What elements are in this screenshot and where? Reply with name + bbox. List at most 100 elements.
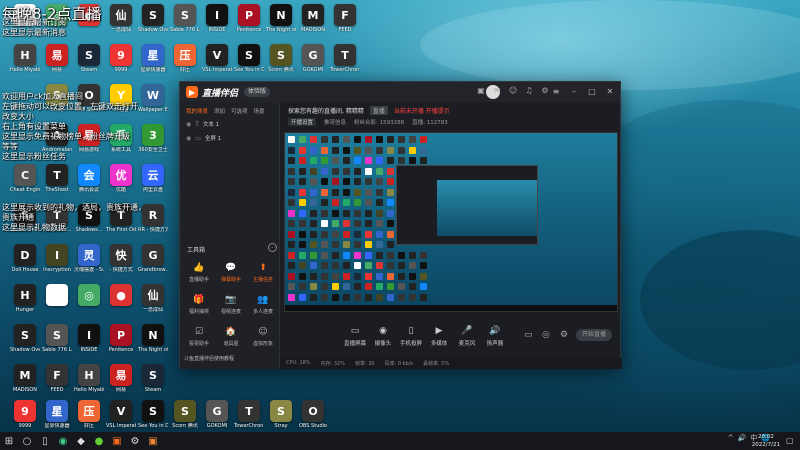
desktop-icon[interactable]: TTowerChron... [330, 44, 360, 73]
desktop-icon[interactable]: M MADISON [10, 364, 40, 393]
desktop-icon[interactable]: 9 9999 [10, 400, 40, 429]
desktop-icon[interactable]: 易网易 [106, 364, 136, 393]
version-badge[interactable]: 体验版 [244, 87, 271, 97]
desktop-icon[interactable]: O OBS Studio [298, 400, 328, 429]
desktop-icon[interactable]: H Hunger [10, 284, 40, 313]
gift-icon[interactable]: ▣ [476, 86, 486, 96]
desktop-icon[interactable]: 灵灵魂摆渡 - 5ub [74, 244, 104, 273]
desktop-icon[interactable]: S Stray [266, 400, 296, 429]
desktop-icon[interactable] [42, 284, 72, 307]
desktop-icon[interactable]: 星星际快速器 [138, 44, 168, 73]
desktop-icon[interactable]: I Inscryption [42, 244, 72, 273]
stream-info[interactable]: 推流信息 [324, 118, 346, 126]
live-companion-taskbar-icon[interactable]: ▣ [108, 432, 126, 450]
gear-icon[interactable]: ⚙ [540, 86, 550, 96]
link-icon[interactable]: ◎ [542, 330, 550, 340]
tool-vote[interactable]: ☑ 投票助手 [184, 326, 214, 347]
gear-icon[interactable]: ⚙ [560, 330, 568, 340]
camera-button[interactable]: ◉ 摄像头 [368, 325, 398, 347]
desktop-icon[interactable]: 云阿里云盘 [138, 164, 168, 193]
overlay-top-lines[interactable]: 这里显示最新订阅 这里显示最新消息 [2, 18, 66, 38]
tool-lottery[interactable]: 🎁 福利抽奖 [184, 294, 214, 315]
tutorial-link[interactable]: 斗鱼直播伴侣使用教程 [184, 355, 234, 362]
desktop-icon[interactable]: M MADISON [298, 4, 328, 33]
scene-item[interactable]: ◉ T 文本 1 [180, 117, 279, 131]
desktop-icon[interactable]: 压好压 [170, 44, 200, 73]
desktop-icon[interactable]: G GOKOMI [298, 44, 328, 73]
desktop-icon[interactable]: SSable 776 Launcher [42, 324, 72, 353]
desktop-icon[interactable]: G GOKOMI [202, 400, 232, 429]
desktop-icon[interactable]: 快- 快捷方式 [106, 244, 136, 273]
desktop-icon[interactable]: H Hello Miyabi [10, 44, 40, 73]
desktop-icon[interactable]: 3 360安全卫士 [138, 124, 168, 153]
desktop-icon[interactable]: ● [106, 284, 136, 307]
media-button[interactable]: ▶ 多媒体 [424, 325, 454, 347]
tab-options[interactable]: 可选项 [231, 107, 248, 115]
desktop-icon[interactable]: 优优酷 [106, 164, 136, 193]
desktop-icon[interactable]: F FEED [330, 4, 360, 33]
tool-avatar[interactable]: ☺ 虚拟形象 [248, 326, 278, 347]
desktop-icon[interactable]: SSee You in Despair [234, 44, 264, 73]
room-title[interactable]: 探索您有趣的直播间, 精精精 [288, 106, 364, 115]
tool-item-house[interactable]: 🏠 道具屋 [216, 326, 246, 347]
desktop-icon[interactable]: S Scorn 腾讯 [170, 400, 200, 429]
stream-preview[interactable] [284, 132, 618, 312]
phone-cast-button[interactable]: ▯ 手机投屏 [396, 325, 426, 347]
desktop-icon[interactable]: VVSL Imperative [106, 400, 136, 429]
live-settings-button[interactable]: 开播设置 [288, 118, 317, 126]
desktop-icon[interactable]: G Grandbrow... [138, 244, 168, 273]
desktop-icon[interactable]: P Penitence [234, 4, 264, 33]
maximize-icon[interactable]: □ [586, 86, 598, 98]
windows-start-icon[interactable]: ⊞ [0, 432, 18, 450]
envelope-icon[interactable]: ✉ [492, 86, 502, 96]
search-icon[interactable]: ○ [18, 432, 36, 450]
desktop-icon[interactable]: S Steam [74, 44, 104, 73]
desktop-icon[interactable]: P Penitence [106, 324, 136, 353]
desktop-icon[interactable]: SSee You in Despair [138, 400, 168, 429]
desktop-icon[interactable]: NThe Night of the Sto... [266, 4, 296, 33]
desktop-icon[interactable]: ◎ [74, 284, 104, 307]
tool-video-link[interactable]: 📷 视频连麦 [216, 294, 246, 315]
clock[interactable]: 20:02 2022/7/21 [752, 433, 780, 449]
desktop-icon[interactable]: 9 9999 [106, 44, 136, 73]
tool-danmaku-assistant[interactable]: 💬 弹幕助手 [216, 262, 246, 283]
360-browser-icon[interactable]: ● [90, 432, 108, 450]
tool-anchor-task[interactable]: ⬆ 主播任务 [248, 262, 278, 283]
desktop-icon[interactable]: 仙一念成仙 [138, 284, 168, 313]
desktop-icon[interactable]: D Doll House [10, 244, 40, 273]
menu-icon[interactable]: ≡ [550, 86, 562, 98]
chrome-icon[interactable]: ◉ [54, 432, 72, 450]
tool-live-assistant[interactable]: 👍 直播助手 [184, 262, 214, 283]
tab-scenes[interactable]: 场景 [254, 107, 265, 115]
live-companion-window[interactable]: ▶ 直播伴侣 体验版 ▣ ✉ ☺ ♫ ⚙ ≡ – □ ✕ 我的场景 添加 可选项… [179, 81, 622, 369]
tab-add[interactable]: 添加 [214, 107, 225, 115]
desktop-icon[interactable]: CCheat Engine [10, 164, 40, 193]
desktop-icon[interactable]: T TheShost [42, 164, 72, 193]
desktop-icon[interactable]: SShadow Overlord [10, 324, 40, 353]
desktop-icon[interactable]: WWallpaper Engine [138, 84, 168, 113]
desktop-icon[interactable]: 仙一念成仙 [106, 4, 136, 33]
steam-icon[interactable]: ⚙ [126, 432, 144, 450]
close-icon[interactable]: ✕ [604, 86, 616, 98]
scene-item[interactable]: ◉ ▭ 全屏 1 [180, 131, 279, 145]
volume-icon[interactable]: 🔊 [738, 434, 747, 442]
game-taskbar-icon[interactable]: ▣ [144, 432, 162, 450]
minimize-icon[interactable]: – [568, 86, 580, 98]
desktop-icon[interactable]: TTowerChron... [234, 400, 264, 429]
category-tag[interactable]: 直播 [369, 106, 388, 115]
desktop-icon[interactable]: 会腾讯会议 [74, 164, 104, 193]
desktop-icon[interactable]: SShadow Overlord [138, 4, 168, 33]
desktop-icon[interactable]: S Steam [138, 364, 168, 393]
unity-icon[interactable]: ◆ [72, 432, 90, 450]
desktop-icon[interactable]: S Scorn 腾讯 [266, 44, 296, 73]
desktop-icon[interactable]: I INSIDE [74, 324, 104, 353]
desktop-icon[interactable]: I INSIDE [202, 4, 232, 33]
desktop-icon[interactable]: F FEED [42, 364, 72, 393]
overlay-chat-lines[interactable]: 欢迎用户ck加入直播间 左键拖动可以改变位置，左键双击打开 改变大小 右上角有设… [2, 92, 138, 162]
desktop-icon[interactable]: 星星际快速器 [42, 400, 72, 429]
window-titlebar[interactable]: ▶ 直播伴侣 体验版 ▣ ✉ ☺ ♫ ⚙ ≡ – □ ✕ [180, 82, 620, 102]
eye-icon[interactable]: ◉ [186, 135, 191, 142]
notification-icon[interactable]: ▢ [786, 436, 796, 446]
desktop-icon[interactable]: SSable 776 Launcher [170, 4, 200, 33]
desktop-icon[interactable]: H Hello Miyabi [74, 364, 104, 393]
